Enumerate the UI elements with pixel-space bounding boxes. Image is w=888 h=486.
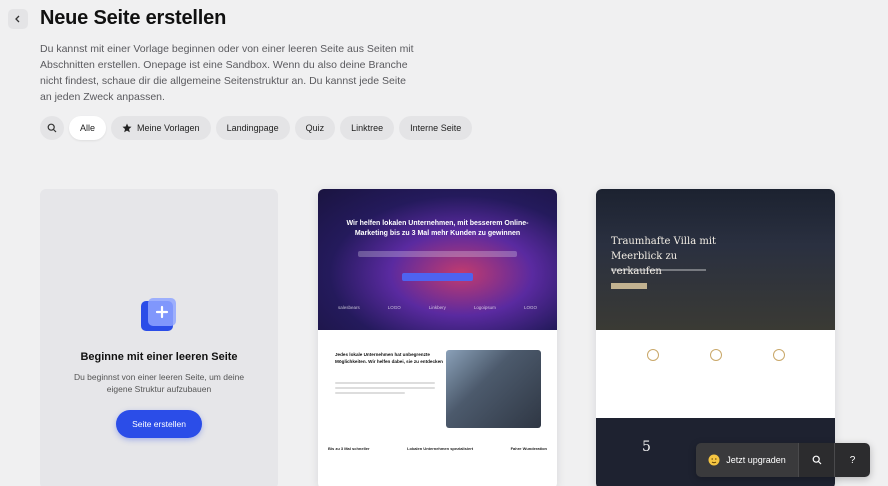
upgrade-button[interactable]: Jetzt upgraden (696, 443, 798, 477)
intro-text: Du kannst mit einer Vorlage beginnen ode… (40, 43, 414, 103)
star-icon (122, 123, 132, 133)
filter-chip-label: Alle (80, 123, 96, 133)
template-card-villa[interactable]: Traumhafte Villa mit Meerblick zu verkau… (596, 189, 835, 486)
template-feature-icons (596, 349, 835, 361)
page-title: Neue Seite erstellen (40, 7, 227, 29)
logo-item: LOGO (523, 305, 537, 310)
filter-chip-label: Interne Seite (410, 123, 462, 133)
sun-icon (709, 349, 722, 361)
upgrade-label: Jetzt upgraden (726, 455, 786, 465)
new-page-icon (141, 298, 176, 331)
template-hero-button-placeholder (402, 273, 473, 281)
template-preview-hero: Wir helfen lokalen Unternehmen, mit bess… (318, 189, 557, 330)
template-preview-section: Jedes lokale Unternehmen hat unbegrenzte… (318, 330, 557, 440)
filter-chip-label: Landingpage (226, 123, 279, 133)
filter-chip-label: Meine Vorlagen (137, 123, 200, 133)
bottom-action-bar: Jetzt upgraden ? (696, 443, 870, 477)
filter-chip-landingpage[interactable]: Landingpage (215, 116, 290, 140)
filter-chip-internal-page[interactable]: Interne Seite (399, 116, 473, 140)
shell-icon (772, 349, 785, 361)
filter-chip-linktree[interactable]: Linktree (340, 116, 395, 140)
filter-chip-my-templates[interactable]: Meine Vorlagen (111, 116, 211, 140)
blank-card-title: Beginne mit einer leeren Seite (80, 351, 238, 363)
template-villa-photo: Traumhafte Villa mit Meerblick zu verkau… (596, 189, 835, 330)
filter-chip-label: Linktree (351, 123, 384, 133)
logo-item: Linkbery (428, 305, 446, 310)
stat-number: 5 (642, 439, 651, 455)
logo-item: LOGO (387, 305, 401, 310)
filter-search-button[interactable] (40, 116, 64, 140)
template-office-photo (446, 350, 541, 428)
template-hero-subtitle-placeholder (358, 251, 517, 257)
template-hero-title: Wir helfen lokalen Unternehmen, mit bess… (346, 220, 529, 237)
filter-chip-all[interactable]: Alle (69, 116, 107, 140)
template-hero-subtitle-placeholder (611, 269, 706, 271)
template-hero-title: Traumhafte Villa mit Meerblick zu verkau… (611, 236, 717, 277)
blank-page-card[interactable]: Beginne mit einer leeren Seite Du beginn… (40, 189, 278, 486)
chevron-left-icon (15, 15, 20, 23)
template-feature-row: Bis zu 3 Mal schneller Lokalen Unternehm… (328, 446, 547, 451)
feature-title: Bis zu 3 Mal schneller (328, 446, 370, 451)
help-button[interactable]: ? (834, 443, 870, 477)
filter-chip-label: Quiz (305, 123, 325, 133)
search-icon (812, 455, 821, 465)
template-text-placeholder (335, 382, 435, 397)
filter-bar: Alle Meine Vorlagen Landingpage Quiz Lin… (40, 116, 473, 140)
search-button[interactable] (798, 443, 834, 477)
blank-card-description: Du beginnst von einer leeren Seite, um d… (73, 372, 245, 394)
template-logo-row: salesbears LOGO Linkbery Logoipsum LOGO (338, 305, 537, 310)
template-section-title: Jedes lokale Unternehmen hat unbegrenzte… (335, 352, 443, 364)
feature-title: Fahre Wunderation (510, 446, 547, 451)
search-icon (47, 123, 57, 133)
filter-chip-quiz[interactable]: Quiz (294, 116, 336, 140)
emoji-icon (708, 454, 720, 466)
logo-item: salesbears (338, 305, 360, 310)
feature-title: Lokalen Unternehmen spezialisiert (407, 446, 474, 451)
back-button[interactable] (8, 9, 28, 29)
wave-icon (646, 349, 659, 361)
template-card-marketing[interactable]: Wir helfen lokalen Unternehmen, mit bess… (318, 189, 557, 486)
logo-item: Logoipsum (473, 305, 496, 310)
create-page-button[interactable]: Seite erstellen (116, 410, 202, 438)
template-hero-button-placeholder (611, 283, 647, 289)
